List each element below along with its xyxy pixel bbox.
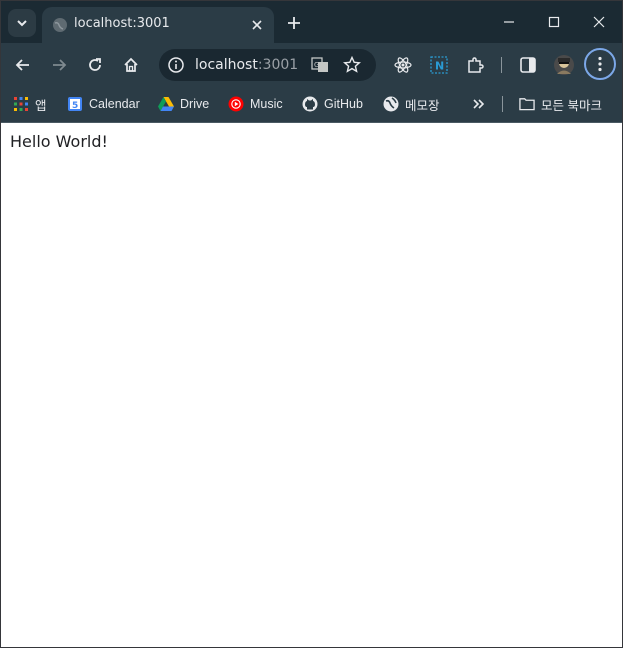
home-button[interactable] (117, 51, 145, 79)
back-button[interactable] (9, 51, 37, 79)
maximize-button[interactable] (531, 1, 577, 43)
page-content: Hello World! (1, 123, 622, 647)
bookmark-star-icon[interactable] (343, 55, 361, 78)
tab-search-button[interactable] (8, 9, 36, 37)
n-extension-icon: N (430, 56, 448, 74)
browser-window: localhost:3001 localhost:3001 G N 앱 5 Ca… (0, 0, 623, 648)
minimize-icon (504, 21, 514, 23)
chevron-double-right-icon (473, 99, 485, 109)
bookmark-label: Music (250, 97, 283, 111)
new-tab-button[interactable] (283, 12, 305, 34)
bookmark-label: Calendar (89, 97, 140, 111)
side-panel-icon (520, 57, 536, 73)
svg-text:G: G (314, 61, 319, 69)
avatar-icon (554, 55, 574, 75)
url-text[interactable]: localhost:3001 (195, 57, 298, 73)
bookmark-label: 메모장 (405, 98, 440, 113)
bookmarks-divider (502, 96, 503, 112)
react-devtools-extension[interactable] (389, 51, 417, 79)
maximize-icon (548, 16, 560, 28)
toolbar-divider (501, 57, 502, 73)
url-port: :3001 (257, 57, 299, 73)
tab-close-button[interactable] (248, 16, 266, 34)
bookmark-github[interactable]: GitHub (302, 93, 363, 115)
bookmark-drive[interactable]: Drive (158, 93, 209, 115)
close-icon (252, 20, 262, 30)
bookmarks-bar: 앱 5 Calendar Drive Music GitHub 메모장 모든 북… (1, 87, 622, 123)
profile-avatar[interactable] (550, 51, 578, 79)
bookmark-label: GitHub (324, 97, 363, 111)
reload-button[interactable] (81, 51, 109, 79)
url-host: localhost (195, 57, 258, 73)
plus-icon (288, 17, 300, 29)
home-icon (124, 57, 138, 72)
menu-button[interactable] (584, 48, 616, 80)
music-icon (228, 96, 244, 112)
svg-text:N: N (435, 60, 444, 73)
extensions-button[interactable] (461, 51, 489, 79)
github-icon (302, 96, 318, 112)
close-window-button[interactable] (576, 1, 622, 43)
all-bookmarks-label: 모든 북마크 (541, 98, 602, 113)
more-vertical-icon (598, 56, 602, 72)
drive-icon (158, 96, 174, 112)
tab-active[interactable]: localhost:3001 (42, 7, 274, 43)
bookmark-memo[interactable]: 메모장 (383, 93, 440, 115)
calendar-icon: 5 (67, 96, 83, 112)
bookmark-calendar[interactable]: 5 Calendar (67, 93, 140, 115)
bookmark-all-bookmarks[interactable]: 모든 북마크 (519, 93, 602, 115)
hello-text: Hello World! (10, 132, 108, 151)
bookmarks-overflow-button[interactable] (473, 93, 485, 115)
bookmark-apps[interactable]: 앱 (13, 93, 47, 115)
notion-extension[interactable]: N (425, 51, 453, 79)
close-icon (593, 16, 605, 28)
puzzle-icon (468, 57, 484, 73)
react-icon (394, 57, 412, 73)
reload-icon (89, 58, 101, 71)
globe-icon (53, 18, 67, 32)
title-bar: localhost:3001 (1, 1, 622, 43)
bookmark-music[interactable]: Music (228, 93, 283, 115)
navigation-toolbar: localhost:3001 G N (1, 43, 622, 87)
chevron-down-icon (17, 20, 27, 27)
site-info-icon[interactable] (167, 56, 185, 78)
minimize-button[interactable] (486, 1, 532, 43)
arrow-left-icon (15, 59, 29, 71)
address-bar[interactable]: localhost:3001 G (159, 49, 376, 81)
arrow-right-icon (53, 59, 67, 71)
tab-title: localhost:3001 (74, 16, 170, 31)
translate-icon[interactable]: G (311, 56, 329, 78)
forward-button[interactable] (45, 51, 73, 79)
bookmark-label: Drive (180, 97, 210, 111)
side-panel-button[interactable] (514, 51, 542, 79)
svg-text:5: 5 (72, 101, 78, 111)
globe-icon (383, 96, 399, 112)
bookmark-apps-label: 앱 (35, 98, 47, 113)
apps-grid-icon (13, 96, 29, 112)
folder-icon (519, 96, 535, 112)
